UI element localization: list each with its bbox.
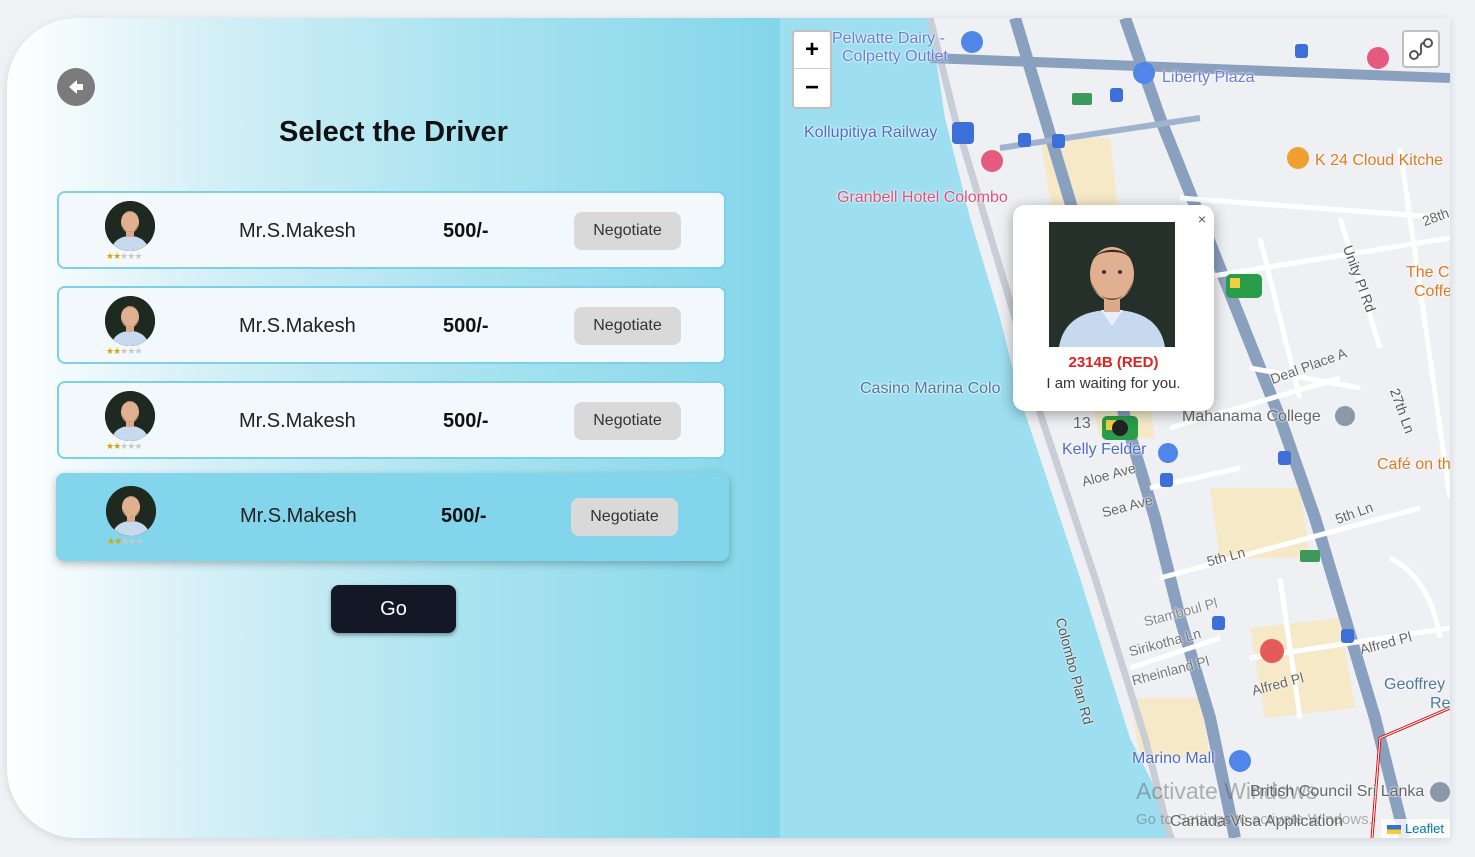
activation-watermark-sub: Go to Settings to activate Windows. <box>1136 811 1373 828</box>
popup-close-button[interactable]: × <box>1198 211 1206 227</box>
go-button[interactable]: Go <box>331 585 456 633</box>
driver-price: 500/- <box>443 410 489 432</box>
map-label: Coffe <box>1414 283 1450 300</box>
driver-price: 500/- <box>443 220 489 242</box>
map-label: Liberty Plaza <box>1162 69 1255 86</box>
driver-row[interactable]: ★★★★★ Mr.S.Makesh 500/- Negotiate <box>57 286 726 364</box>
driver-photo <box>1049 222 1175 347</box>
vehicle-plate: 2314B (RED) <box>1068 354 1159 371</box>
driver-row[interactable]: ★★★★★ Mr.S.Makesh 500/- Negotiate <box>57 191 726 269</box>
zoom-control: + − <box>792 30 832 109</box>
negotiate-button[interactable]: Negotiate <box>574 307 681 345</box>
driver-avatar <box>105 201 155 251</box>
map-label: Granbell Hotel Colombo <box>837 189 1008 206</box>
popup-message: I am waiting for you. <box>1046 375 1181 392</box>
map-label: Casino Marina Colo <box>860 380 1001 397</box>
map-label: The C <box>1406 264 1450 281</box>
driver-price: 500/- <box>443 315 489 337</box>
negotiate-button[interactable]: Negotiate <box>574 402 681 440</box>
map-label: Café on th <box>1377 456 1450 473</box>
star-empty-icon: ★ <box>135 536 143 546</box>
map-label: Kollupitiya Railway <box>804 124 938 141</box>
map-label: Kelly Felder <box>1062 441 1147 458</box>
driver-row[interactable]: ★★★★★ Mr.S.Makesh 500/- Negotiate <box>57 381 726 459</box>
map-label: Pelwatte Dairy - <box>832 30 945 47</box>
star-empty-icon: ★ <box>134 441 142 451</box>
map-label: Marino Mall <box>1132 750 1215 767</box>
map-label: K 24 Cloud Kitche <box>1315 152 1444 169</box>
route-button[interactable] <box>1402 30 1440 68</box>
main-card: Select the Driver ★★★★★ Mr.S.Makesh 500/- N… <box>7 18 1450 838</box>
page-title: Select the Driver <box>279 116 508 148</box>
driver-row[interactable]: ★★★★★ Mr.S.Makesh 500/- Negotiate <box>56 473 729 561</box>
star-empty-icon: ★ <box>134 251 142 261</box>
driver-avatar <box>105 296 155 346</box>
driver-rating: ★★★★★ <box>107 536 143 546</box>
negotiate-button[interactable]: Negotiate <box>574 212 681 250</box>
map-label: Geoffrey <box>1384 676 1446 693</box>
driver-name: Mr.S.Makesh <box>239 410 356 432</box>
map-view[interactable]: Pelwatte Dairy - Colpetty Outlet Liberty P… <box>780 18 1450 838</box>
map-label: Colpetty Outlet <box>842 48 948 65</box>
driver-rating: ★★★★★ <box>106 346 142 356</box>
back-button[interactable] <box>57 68 95 106</box>
arrow-left-icon <box>65 76 87 98</box>
driver-price: 500/- <box>441 505 487 527</box>
driver-name: Mr.S.Makesh <box>239 315 356 337</box>
driver-rating: ★★★★★ <box>106 251 142 261</box>
driver-name: Mr.S.Makesh <box>240 505 357 527</box>
zoom-in-button[interactable]: + <box>794 32 830 69</box>
driver-avatar <box>105 391 155 441</box>
flag-icon <box>1387 825 1402 835</box>
negotiate-button[interactable]: Negotiate <box>571 498 678 536</box>
attribution-link[interactable]: Leaflet <box>1405 821 1444 836</box>
map-label: 13 <box>1073 415 1091 432</box>
zoom-out-button[interactable]: − <box>794 69 830 106</box>
driver-name: Mr.S.Makesh <box>239 220 356 242</box>
route-icon <box>1409 38 1433 60</box>
driver-selection-panel: Select the Driver ★★★★★ Mr.S.Makesh 500/- N… <box>7 18 780 838</box>
map-label: Re <box>1430 695 1450 712</box>
map-attribution[interactable]: Leaflet <box>1381 819 1450 838</box>
driver-rating: ★★★★★ <box>106 441 142 451</box>
driver-popup: × 2314B (RED) I am waiting for you. <box>1013 205 1214 411</box>
driver-avatar <box>106 486 156 536</box>
activation-watermark: Activate Windows <box>1136 778 1318 804</box>
star-empty-icon: ★ <box>134 346 142 356</box>
